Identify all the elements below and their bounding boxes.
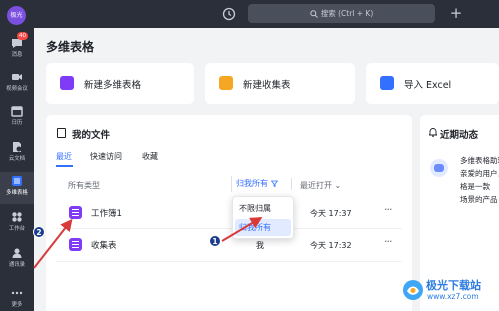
sidebar-item-bitable[interactable]: 多维表格 — [0, 172, 34, 204]
row-divider — [56, 228, 402, 229]
files-title: 我的文件 — [72, 130, 111, 141]
option-owned-by-me[interactable]: 归我所有 — [235, 219, 291, 236]
history-icon[interactable] — [222, 7, 236, 21]
import-excel-card[interactable]: 导入 Excel — [366, 63, 499, 104]
main-area: 多维表格 新建多维表格 新建收集表 导入 Excel 我的文件 最近 快速访问 … — [34, 28, 499, 311]
page-title: 多维表格 — [46, 40, 95, 54]
new-form-card[interactable]: 新建收集表 — [205, 63, 355, 104]
contacts-icon — [12, 248, 22, 258]
file-name: 工作簿1 — [91, 209, 122, 219]
bitable-file-icon — [69, 238, 82, 251]
annotation-badge-1: 1 — [209, 235, 221, 247]
annotation-badge-2: 2 — [33, 226, 45, 238]
sidebar: 极光 40 消息 视频会议 日历 云文档 多维表格 工作台 通讯录 更多 — [0, 0, 34, 311]
column-divider — [291, 178, 292, 190]
sort-dropdown[interactable]: 最近打开 ⌄ — [300, 180, 341, 191]
file-icon — [57, 128, 66, 138]
sidebar-item-label: 云文档 — [8, 155, 26, 162]
search-placeholder: 搜索 (Ctrl + K) — [320, 9, 374, 18]
card-label: 导入 Excel — [404, 80, 452, 91]
new-bitable-card[interactable]: 新建多维表格 — [46, 63, 194, 104]
bitable-icon — [60, 76, 74, 90]
search-input[interactable]: 搜索 (Ctrl + K) — [248, 4, 435, 23]
owner-filter[interactable]: 归我所有 — [231, 176, 282, 192]
watermark: 极光下载站 www.xz7.com — [400, 276, 496, 306]
watermark-url: www.xz7.com — [427, 292, 479, 301]
sidebar-item-video[interactable]: 视频会议 — [0, 68, 34, 100]
video-icon — [12, 74, 22, 80]
chevron-down-icon: ⌄ — [334, 181, 342, 190]
cloud-doc-icon — [13, 142, 22, 152]
top-bar: 搜索 (Ctrl + K) + — [34, 0, 499, 28]
table-row[interactable]: 收集表 我 今天 17:32 ··· — [56, 231, 402, 258]
search-icon — [310, 10, 318, 18]
tab-quick-access[interactable]: 快速访问 — [90, 151, 122, 162]
tab-favorites[interactable]: 收藏 — [142, 151, 158, 162]
my-files-panel: 我的文件 最近 快速访问 收藏 所有类型 归我所有 最近打开 ⌄ 工作簿1 今天… — [46, 115, 412, 311]
watermark-text: 极光下载站 — [426, 279, 481, 292]
message-sender: 多维表格助理 — [460, 156, 499, 165]
file-time: 今天 17:37 — [310, 209, 352, 218]
filter-icon — [270, 180, 278, 188]
file-time: 今天 17:32 — [310, 241, 352, 250]
watermark-logo-icon — [403, 280, 423, 300]
sidebar-item-label: 视频会议 — [6, 85, 28, 92]
bot-avatar-icon — [430, 159, 448, 177]
sidebar-item-messages[interactable]: 40 消息 — [0, 32, 34, 66]
sidebar-item-label: 通讯录 — [8, 261, 26, 268]
card-label: 新建多维表格 — [84, 80, 142, 91]
sidebar-item-cloud-docs[interactable]: 云文档 — [0, 138, 34, 170]
avatar[interactable]: 极光 — [7, 6, 26, 25]
message-line: 亲爱的用户， — [460, 169, 499, 178]
bitable-icon — [12, 176, 22, 186]
sidebar-item-label: 更多 — [11, 301, 23, 308]
table-row[interactable]: 工作簿1 今天 17:37 ··· — [56, 199, 402, 226]
import-icon — [380, 76, 394, 90]
calendar-icon — [11, 106, 23, 117]
sidebar-item-label: 多维表格 — [6, 189, 28, 196]
card-label: 新建收集表 — [243, 80, 291, 91]
row-divider — [56, 261, 402, 262]
sort-label: 最近打开 — [300, 181, 332, 190]
message-line: 格是一款 — [460, 182, 490, 191]
more-actions-icon[interactable]: ··· — [384, 235, 392, 248]
form-icon — [219, 76, 233, 90]
file-owner: 我 — [256, 241, 264, 250]
recent-activity-title: 近期动态 — [440, 130, 479, 141]
sidebar-item-contacts[interactable]: 通讯录 — [0, 244, 34, 276]
sidebar-item-label: 工作台 — [8, 225, 26, 232]
tab-underline — [56, 165, 73, 167]
option-any-owner[interactable]: 不限归属 — [235, 200, 291, 217]
sidebar-item-label: 日历 — [11, 119, 23, 126]
sidebar-item-more[interactable]: 更多 — [0, 284, 34, 311]
bell-icon — [429, 128, 437, 137]
more-actions-icon[interactable]: ··· — [384, 203, 392, 216]
type-filter[interactable]: 所有类型 — [68, 180, 100, 191]
owner-filter-dropdown: 不限归属 归我所有 — [232, 196, 294, 239]
owner-filter-label: 归我所有 — [236, 179, 268, 188]
sidebar-item-calendar[interactable]: 日历 — [0, 102, 34, 134]
plus-icon[interactable]: + — [447, 4, 465, 22]
workplace-icon — [12, 212, 22, 222]
file-name: 收集表 — [91, 241, 117, 251]
message-line: 场景的产品 — [460, 195, 498, 204]
sidebar-item-label: 消息 — [11, 51, 23, 58]
bitable-file-icon — [69, 206, 82, 219]
tab-recent[interactable]: 最近 — [56, 151, 72, 162]
more-icon — [11, 291, 23, 295]
sidebar-item-workplace[interactable]: 工作台 — [0, 208, 34, 240]
unread-badge: 40 — [17, 32, 28, 40]
